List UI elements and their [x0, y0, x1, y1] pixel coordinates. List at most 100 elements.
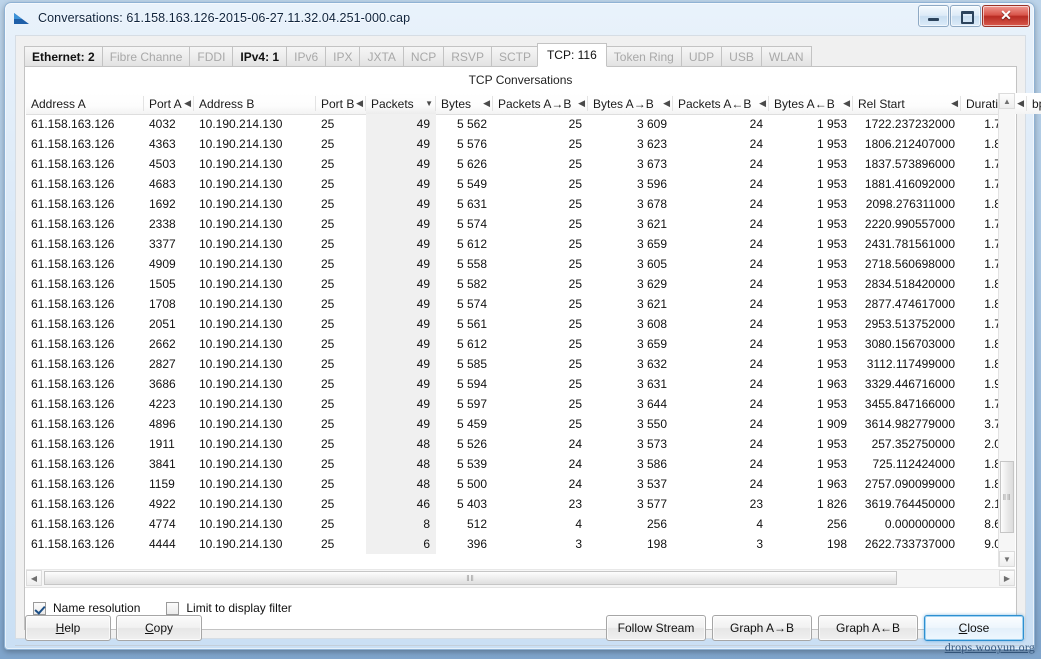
table-row[interactable]: 61.158.163.126 4683 10.190.214.130 25 49 5 54… [26, 174, 1015, 194]
cell-port-b: 25 [321, 177, 335, 191]
cell-bytes-a-b: 3 659 [636, 337, 667, 351]
close-button[interactable]: Close [924, 615, 1024, 641]
table-row[interactable]: 61.158.163.126 4774 10.190.214.130 25 8 512 4 2… [26, 514, 1015, 534]
cell-packets-a-b: 3 [575, 537, 582, 551]
window-controls: ✕ [918, 5, 1030, 27]
cell-packets-a-b: 24 [749, 157, 763, 171]
cell-packets-a-b: 4 [575, 517, 582, 531]
horizontal-scrollbar-thumb[interactable]: ‖‖ [44, 571, 897, 585]
cell-packets-a-b: 24 [749, 357, 763, 371]
cell-packets-a-b: 24 [749, 377, 763, 391]
table-row[interactable]: 61.158.163.126 1708 10.190.214.130 25 49 5 57… [26, 294, 1015, 314]
cell-bytes: 5 459 [456, 417, 487, 431]
cell-rel-start: 1722.237232000 [864, 117, 955, 131]
column-header-packets[interactable]: Packets ▼ [366, 93, 436, 114]
cell-bytes: 5 585 [456, 357, 487, 371]
vertical-scrollbar[interactable]: ▲ ‖‖ ▼ [998, 93, 1015, 567]
column-header-address-a[interactable]: Address A [26, 93, 144, 114]
table-row[interactable]: 61.158.163.126 1911 10.190.214.130 25 48 5 52… [26, 434, 1015, 454]
column-header-port-a[interactable]: Port A ◀ [144, 93, 194, 114]
cell-packets-a-b: 25 [568, 357, 582, 371]
horizontal-scrollbar[interactable]: ◀ ‖‖ ▶ [26, 569, 1015, 587]
cell-rel-start: 2834.518420000 [864, 277, 955, 291]
table-row[interactable]: 61.158.163.126 4444 10.190.214.130 25 6 396 3 1… [26, 534, 1015, 554]
scroll-up-icon[interactable]: ▲ [999, 93, 1015, 109]
cell-rel-start: 2622.733737000 [864, 537, 955, 551]
cell-port-a: 1159 [149, 477, 175, 491]
column-header-port-b[interactable]: Port B ◀ [316, 93, 366, 114]
copy-button[interactable]: Copy [116, 615, 202, 641]
column-header-packets-a-b[interactable]: Packets A→B ◀ [493, 93, 588, 114]
table-row[interactable]: 61.158.163.126 1159 10.190.214.130 25 48 5 50… [26, 474, 1015, 494]
cell-packets-a-b: 3 [756, 537, 763, 551]
cell-bytes-a-b: 3 608 [636, 317, 667, 331]
help-button[interactable]: Help [25, 615, 111, 641]
limit-to-display-filter-checkbox[interactable]: Limit to display filter [166, 601, 292, 615]
cell-port-a: 4683 [149, 177, 176, 191]
table-row[interactable]: 61.158.163.126 3841 10.190.214.130 25 48 5 53… [26, 454, 1015, 474]
column-header-bytes[interactable]: Bytes ◀ [436, 93, 493, 114]
cell-port-a: 4503 [149, 157, 176, 171]
table-row[interactable]: 61.158.163.126 2338 10.190.214.130 25 49 5 57… [26, 214, 1015, 234]
column-header-rel-start[interactable]: Rel Start ◀ [853, 93, 961, 114]
wireshark-shark-fin-icon [13, 10, 31, 26]
scroll-left-icon[interactable]: ◀ [26, 570, 42, 586]
vertical-scrollbar-thumb[interactable]: ‖‖ [1000, 461, 1014, 533]
table-row[interactable]: 61.158.163.126 1505 10.190.214.130 25 49 5 58… [26, 274, 1015, 294]
cell-packets: 49 [366, 154, 436, 174]
table-row[interactable]: 61.158.163.126 1692 10.190.214.130 25 49 5 63… [26, 194, 1015, 214]
table-row[interactable]: 61.158.163.126 4223 10.190.214.130 25 49 5 59… [26, 394, 1015, 414]
table-row[interactable]: 61.158.163.126 2662 10.190.214.130 25 49 5 61… [26, 334, 1015, 354]
scroll-down-icon[interactable]: ▼ [999, 551, 1015, 567]
cell-bytes-a-b: 3 644 [636, 397, 667, 411]
table-row[interactable]: 61.158.163.126 4909 10.190.214.130 25 49 5 55… [26, 254, 1015, 274]
table-row[interactable]: 61.158.163.126 2827 10.190.214.130 25 49 5 58… [26, 354, 1015, 374]
column-header-duration[interactable]: Duration ◀ [961, 93, 1027, 114]
tab-fibre-channe: Fibre Channe [101, 46, 190, 67]
cell-packets: 49 [366, 234, 436, 254]
tab-ethernet-2[interactable]: Ethernet: 2 [24, 46, 102, 67]
dialog-client-area: Ethernet: 2 Fibre Channe FDDI IPv4: 1 IPv6 IP… [15, 35, 1041, 639]
table-row[interactable]: 61.158.163.126 3686 10.190.214.130 25 49 5 59… [26, 374, 1015, 394]
cell-rel-start: 2220.990557000 [864, 217, 955, 231]
maximize-button[interactable] [950, 5, 981, 27]
cell-rel-start: 725.112424000 [872, 457, 955, 471]
cell-port-a: 3841 [149, 457, 176, 471]
column-header-bytes-a-b[interactable]: Bytes A←B ◀ [769, 93, 853, 114]
scroll-right-icon[interactable]: ▶ [999, 570, 1015, 586]
table-row[interactable]: 61.158.163.126 2051 10.190.214.130 25 49 5 56… [26, 314, 1015, 334]
table-row[interactable]: 61.158.163.126 4503 10.190.214.130 25 49 5 62… [26, 154, 1015, 174]
name-resolution-checkbox[interactable]: Name resolution [33, 601, 140, 615]
table-row[interactable]: 61.158.163.126 3377 10.190.214.130 25 49 5 61… [26, 234, 1015, 254]
cell-rel-start: 2953.513752000 [864, 317, 955, 331]
column-header-bps-a[interactable]: bps A- [1027, 93, 1041, 114]
cell-port-b: 25 [321, 357, 335, 371]
column-header-bytes-a-b[interactable]: Bytes A→B ◀ [588, 93, 673, 114]
table-row[interactable]: 61.158.163.126 4896 10.190.214.130 25 49 5 45… [26, 414, 1015, 434]
cell-packets-a-b: 25 [568, 137, 582, 151]
column-header-packets-a-b[interactable]: Packets A←B ◀ [673, 93, 769, 114]
cell-packets-a-b: 25 [568, 217, 582, 231]
cell-bytes-a-b: 1 826 [816, 497, 847, 511]
tab-tcp-116[interactable]: TCP: 116 [536, 43, 607, 67]
watermark: drops.wooyun.org [944, 640, 1035, 654]
tab-ipv4-1[interactable]: IPv4: 1 [232, 46, 287, 67]
cell-bytes-a-b: 1 953 [816, 117, 847, 131]
graph-b-to-a-button[interactable]: Graph A←B [818, 615, 918, 641]
follow-stream-button[interactable]: Follow Stream [606, 615, 706, 641]
cell-address-a: 61.158.163.126 [31, 457, 115, 471]
column-header-label: Bytes [441, 96, 472, 111]
cell-address-b: 10.190.214.130 [199, 217, 283, 231]
column-header-address-b[interactable]: Address B [194, 93, 316, 114]
table-row[interactable]: 61.158.163.126 4922 10.190.214.130 25 46 5 40… [26, 494, 1015, 514]
cell-bytes-a-b: 1 953 [816, 317, 847, 331]
cell-port-b: 25 [321, 277, 335, 291]
limit-to-display-filter-label: Limit to display filter [186, 601, 292, 615]
graph-a-to-b-button[interactable]: Graph A→B [712, 615, 812, 641]
cell-address-b: 10.190.214.130 [199, 357, 283, 371]
minimize-button[interactable] [918, 5, 949, 27]
close-window-button[interactable]: ✕ [982, 5, 1030, 27]
cell-bytes: 5 597 [456, 397, 487, 411]
table-row[interactable]: 61.158.163.126 4363 10.190.214.130 25 49 5 57… [26, 134, 1015, 154]
table-row[interactable]: 61.158.163.126 4032 10.190.214.130 25 49 5 56… [26, 114, 1015, 134]
